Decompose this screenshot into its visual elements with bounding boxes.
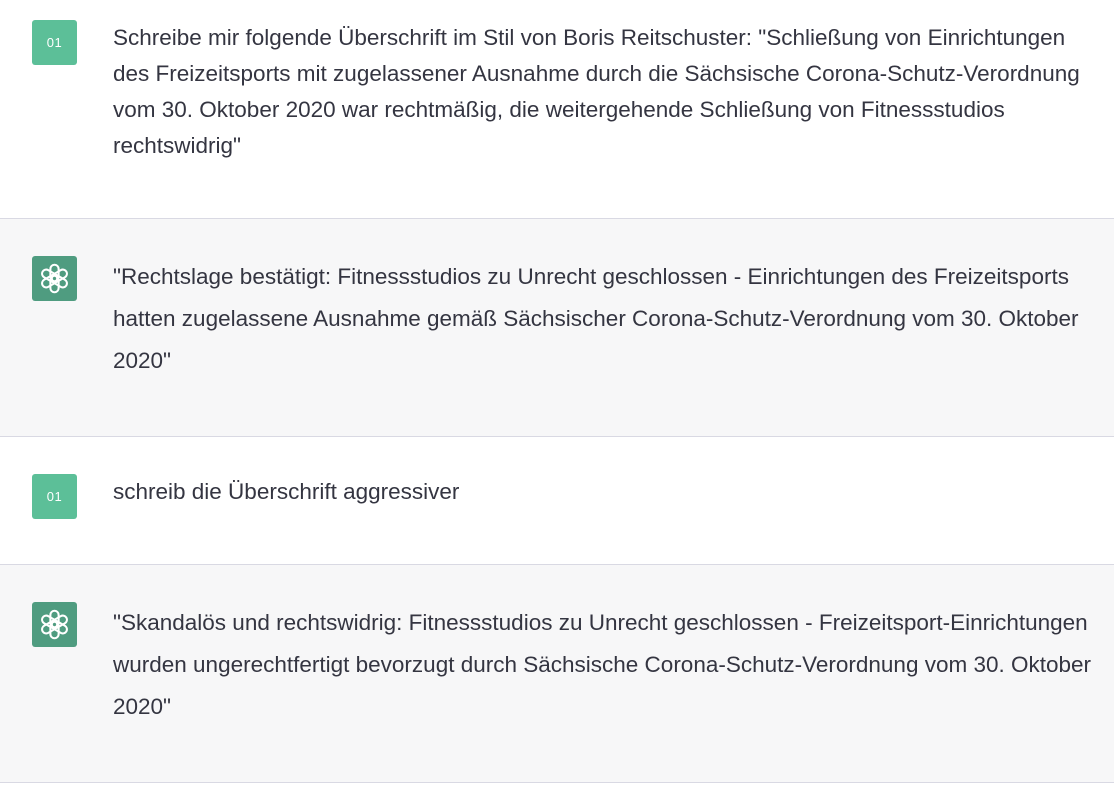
user-avatar: 01: [32, 474, 77, 519]
user-message-text: Schreibe mir folgende Überschrift im Sti…: [113, 25, 1080, 158]
user-message: 01 schreib die Überschrift aggressiver: [0, 437, 1114, 565]
user-avatar-label: 01: [46, 489, 63, 504]
assistant-message-text: "Rechtslage bestätigt: Fitnessstudios zu…: [113, 264, 1079, 373]
assistant-message: "Rechtslage bestätigt: Fitnessstudios zu…: [0, 219, 1114, 437]
openai-logo-icon: [41, 263, 68, 294]
user-avatar-label: 01: [46, 35, 63, 50]
assistant-avatar: [32, 602, 77, 647]
assistant-avatar: [32, 256, 77, 301]
user-message: 01 Schreibe mir folgende Überschrift im …: [0, 0, 1114, 219]
user-avatar: 01: [32, 20, 77, 65]
openai-logo-icon: [41, 609, 68, 640]
user-message-text: schreib die Überschrift aggressiver: [113, 479, 460, 504]
assistant-message-text: "Skandalös und rechtswidrig: Fitnessstud…: [113, 610, 1092, 719]
assistant-message: "Skandalös und rechtswidrig: Fitnessstud…: [0, 565, 1114, 783]
chat-thread: 01 Schreibe mir folgende Überschrift im …: [0, 0, 1114, 800]
